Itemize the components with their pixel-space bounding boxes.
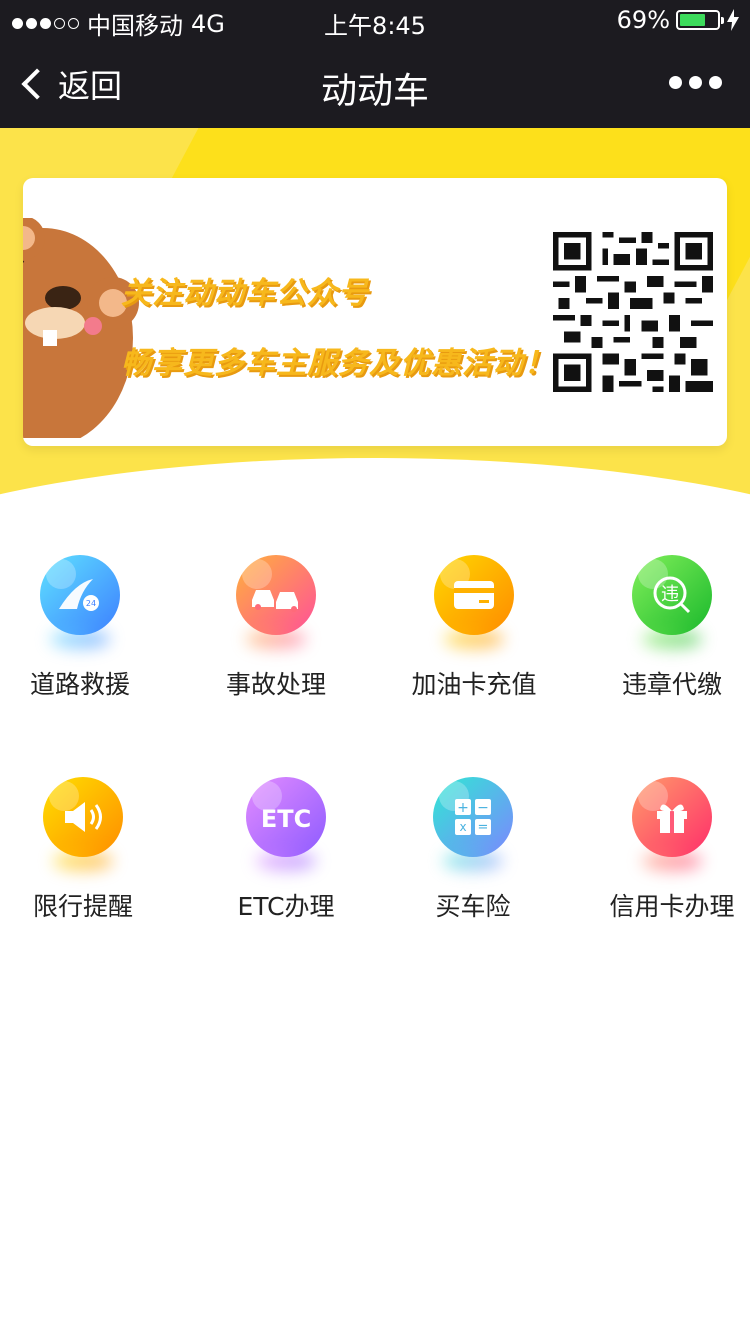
etc-icon: ETC <box>246 777 326 857</box>
status-bar: 中国移动 4G 上午8:45 69% <box>0 0 750 40</box>
promo-card[interactable]: 关注动动车公众号 畅享更多车主服务及优惠活动！ <box>23 178 727 446</box>
page-title: 动动车 <box>320 71 429 112</box>
service-car-insurance[interactable]: + − x = 买车险 <box>383 777 563 923</box>
svg-text:=: = <box>478 820 489 835</box>
service-label: 信用卡办理 <box>609 892 735 921</box>
service-fuel-card[interactable]: 加油卡充值 <box>384 555 564 701</box>
service-violation-payment[interactable]: 违 违章代缴 <box>582 555 750 701</box>
road-rescue-24-icon: 24 <box>40 555 120 635</box>
fuel-card-icon <box>434 555 514 635</box>
more-options-icon[interactable] <box>669 76 722 89</box>
service-label: 买车险 <box>435 892 511 921</box>
service-label: ETC办理 <box>237 892 335 921</box>
service-road-rescue[interactable]: 24 道路救援 <box>0 555 170 701</box>
services-row-2: 限行提醒 ETC ETC办理 + − x = 买车险 信用卡办理 <box>0 777 750 947</box>
promo-line-follow: 关注动动车公众号 <box>121 276 369 311</box>
qr-code-icon <box>553 232 713 392</box>
svg-text:−: − <box>477 800 489 816</box>
promo-line-benefits: 畅享更多车主服务及优惠活动！ <box>121 346 555 381</box>
violation-payment-icon: 违 <box>632 555 712 635</box>
services-row-1: 24 道路救援 事故处理 加油卡充值 违 违章代缴 <box>0 555 750 725</box>
service-label: 限行提醒 <box>32 892 133 921</box>
calculator-icon: + − x = <box>433 777 513 857</box>
service-credit-card[interactable]: 信用卡办理 <box>582 777 750 923</box>
gift-icon <box>632 777 712 857</box>
car-accident-icon <box>236 555 316 635</box>
svg-text:24: 24 <box>86 599 96 608</box>
beaver-mascot-icon <box>23 218 139 438</box>
service-label: 加油卡充值 <box>411 670 537 699</box>
service-etc[interactable]: ETC ETC办理 <box>196 777 376 923</box>
speaker-icon <box>43 777 123 857</box>
svg-text:ETC: ETC <box>262 805 310 832</box>
service-traffic-restriction[interactable]: 限行提醒 <box>0 777 173 923</box>
battery-icon <box>676 10 724 30</box>
service-label: 事故处理 <box>225 670 326 699</box>
svg-text:违: 违 <box>661 584 679 605</box>
charging-bolt-icon <box>727 9 739 31</box>
nav-bar: 返回 动动车 <box>0 40 750 128</box>
svg-text:x: x <box>459 820 466 834</box>
status-right: 69% <box>617 6 740 34</box>
service-accident-handling[interactable]: 事故处理 <box>186 555 366 701</box>
battery-percent: 69% <box>616 6 670 34</box>
svg-text:+: + <box>457 800 469 816</box>
service-label: 道路救援 <box>29 670 130 699</box>
service-label: 违章代缴 <box>621 670 722 699</box>
